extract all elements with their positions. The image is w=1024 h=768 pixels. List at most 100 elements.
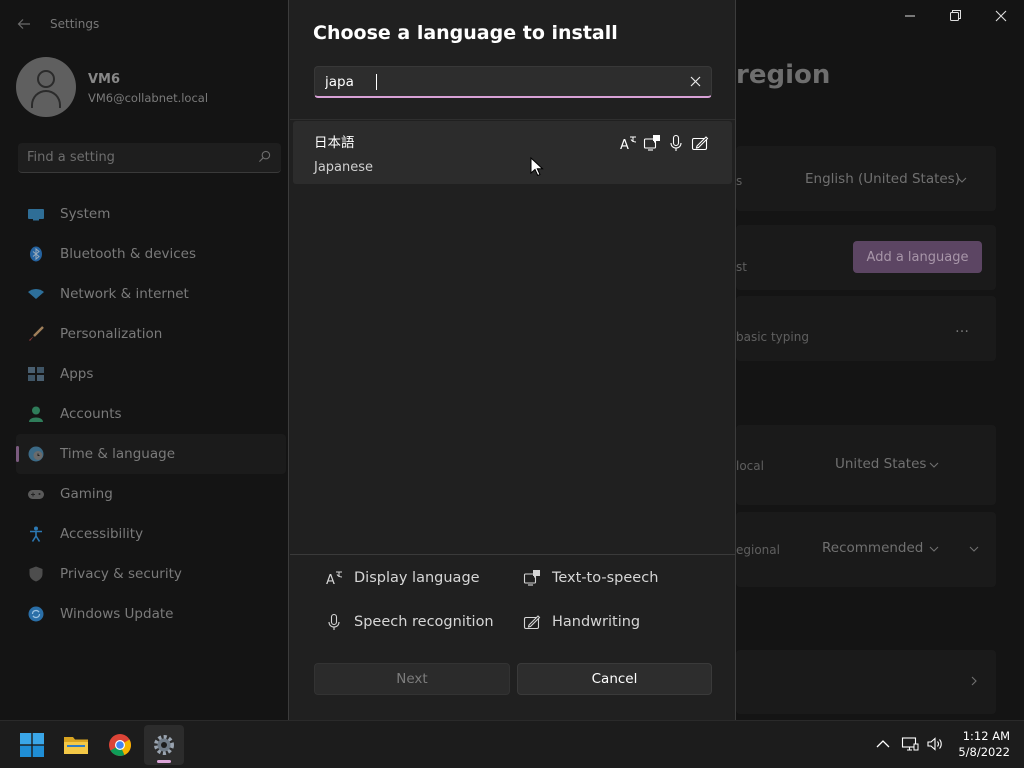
regional-format-dropdown[interactable]: Recommended: [822, 540, 923, 556]
sidebar-item-label: System: [60, 206, 111, 222]
display-language-icon: A: [326, 571, 343, 587]
close-icon[interactable]: [991, 8, 1011, 24]
sidebar-item-label: Personalization: [60, 326, 163, 342]
find-setting-input[interactable]: Find a setting: [18, 143, 281, 173]
chrome-icon: [109, 734, 131, 756]
feature-legend: A Display language Text-to-speech Speech…: [289, 555, 735, 720]
sidebar-item-label: Gaming: [60, 486, 113, 502]
language-search-input[interactable]: [325, 72, 675, 92]
text-caret: [376, 74, 377, 90]
chevron-down-icon: [957, 177, 967, 183]
chrome-button[interactable]: [100, 725, 140, 765]
clock-time: 1:12 AM: [962, 729, 1010, 743]
accessibility-icon: [30, 526, 42, 542]
dialog-title: Choose a language to install: [313, 22, 618, 44]
cancel-button[interactable]: Cancel: [517, 663, 712, 695]
divider: [290, 119, 735, 120]
country-region-label: local: [736, 459, 764, 473]
person-icon: [29, 406, 43, 422]
search-icon: [258, 150, 271, 163]
sidebar-item-label: Accounts: [60, 406, 122, 422]
sidebar-item-bluetooth[interactable]: Bluetooth & devices: [16, 234, 286, 274]
profile[interactable]: VM6 VM6@collabnet.local: [16, 57, 276, 117]
svg-text:A: A: [620, 138, 629, 152]
sidebar-item-system[interactable]: System: [16, 194, 286, 234]
language-search-field[interactable]: [314, 66, 712, 98]
restore-icon[interactable]: [945, 8, 965, 24]
display-language-icon: A: [620, 136, 637, 152]
expand-chevron-icon[interactable]: [969, 544, 979, 554]
avatar: [16, 57, 76, 117]
back-arrow-icon[interactable]: [16, 14, 32, 34]
gamepad-icon: [28, 490, 44, 499]
text-to-speech-icon: [643, 135, 660, 151]
sidebar-item-network[interactable]: Network & internet: [16, 274, 286, 314]
sidebar-item-windows-update[interactable]: Windows Update: [16, 594, 286, 634]
chevron-down-icon: [929, 462, 939, 468]
display-language-label: s: [736, 174, 743, 188]
apps-icon: [28, 367, 44, 381]
handwriting-icon: [523, 615, 541, 630]
settings-taskbar-button[interactable]: [144, 725, 184, 765]
next-button[interactable]: Next: [314, 663, 510, 695]
bluetooth-icon: [30, 246, 42, 262]
settings-gear-icon: [154, 735, 174, 755]
minimize-icon[interactable]: [900, 8, 920, 24]
sidebar-item-accessibility[interactable]: Accessibility: [16, 514, 286, 554]
wifi-icon: [28, 289, 44, 299]
sidebar: Settings VM6 VM6@collabnet.local Find a …: [0, 0, 289, 720]
sidebar-item-time-language[interactable]: Time & language: [16, 434, 286, 474]
country-region-card: local United States: [736, 425, 996, 505]
network-icon[interactable]: [901, 735, 919, 753]
display-language-dropdown[interactable]: English (United States): [805, 171, 960, 187]
start-button[interactable]: [12, 725, 52, 765]
brush-icon: [29, 326, 44, 341]
sidebar-item-label: Bluetooth & devices: [60, 246, 197, 262]
legend-label: Display language: [354, 570, 480, 586]
chevron-right-icon: [971, 676, 977, 686]
volume-icon[interactable]: [926, 735, 944, 753]
regional-format-card: egional Recommended: [736, 512, 996, 587]
selection-indicator: [16, 446, 19, 462]
windows-logo-icon: [20, 733, 44, 757]
language-result-item[interactable]: 日本語 Japanese A: [293, 121, 732, 184]
text-to-speech-icon: [523, 570, 540, 586]
update-icon: [28, 606, 44, 622]
taskbar: 1:12 AM 5/8/2022: [0, 720, 1024, 768]
choose-language-dialog: Choose a language to install 日本語 Japanes…: [288, 0, 736, 720]
sidebar-item-label: Windows Update: [60, 606, 174, 622]
sidebar-item-personalization[interactable]: Personalization: [16, 314, 286, 354]
active-indicator: [157, 760, 171, 763]
globe-clock-icon: [28, 446, 44, 462]
chevron-up-icon[interactable]: [874, 735, 892, 753]
sidebar-item-privacy[interactable]: Privacy & security: [16, 554, 286, 594]
profile-name: VM6: [88, 72, 121, 87]
language-native-name: 日本語: [314, 135, 355, 151]
legend-label: Handwriting: [552, 614, 641, 630]
sidebar-item-apps[interactable]: Apps: [16, 354, 286, 394]
clock[interactable]: 1:12 AM 5/8/2022: [958, 728, 1010, 760]
profile-email: VM6@collabnet.local: [88, 91, 209, 105]
preferred-languages-label: st: [736, 260, 747, 274]
folder-icon: [64, 737, 88, 754]
legend-label: Speech recognition: [354, 614, 494, 630]
sidebar-item-accounts[interactable]: Accounts: [16, 394, 286, 434]
sidebar-item-label: Time & language: [60, 446, 176, 462]
country-region-dropdown[interactable]: United States: [835, 456, 926, 472]
legend-label: Text-to-speech: [552, 570, 659, 586]
shield-icon: [29, 566, 43, 582]
more-options-button[interactable]: …: [955, 320, 970, 336]
add-language-button[interactable]: Add a language: [853, 241, 982, 273]
file-explorer-button[interactable]: [56, 725, 96, 765]
language-english-name: Japanese: [314, 160, 374, 175]
system-icon: [28, 209, 44, 221]
mouse-cursor-icon: [530, 157, 544, 177]
language-item-subtitle: basic typing: [736, 330, 809, 344]
sidebar-item-label: Privacy & security: [60, 566, 182, 582]
clear-search-icon[interactable]: [689, 75, 702, 88]
page-title: region: [736, 60, 831, 90]
related-setting-card[interactable]: [736, 650, 996, 714]
sidebar-item-label: Network & internet: [60, 286, 189, 302]
sidebar-item-gaming[interactable]: Gaming: [16, 474, 286, 514]
sidebar-item-label: Apps: [60, 366, 94, 382]
